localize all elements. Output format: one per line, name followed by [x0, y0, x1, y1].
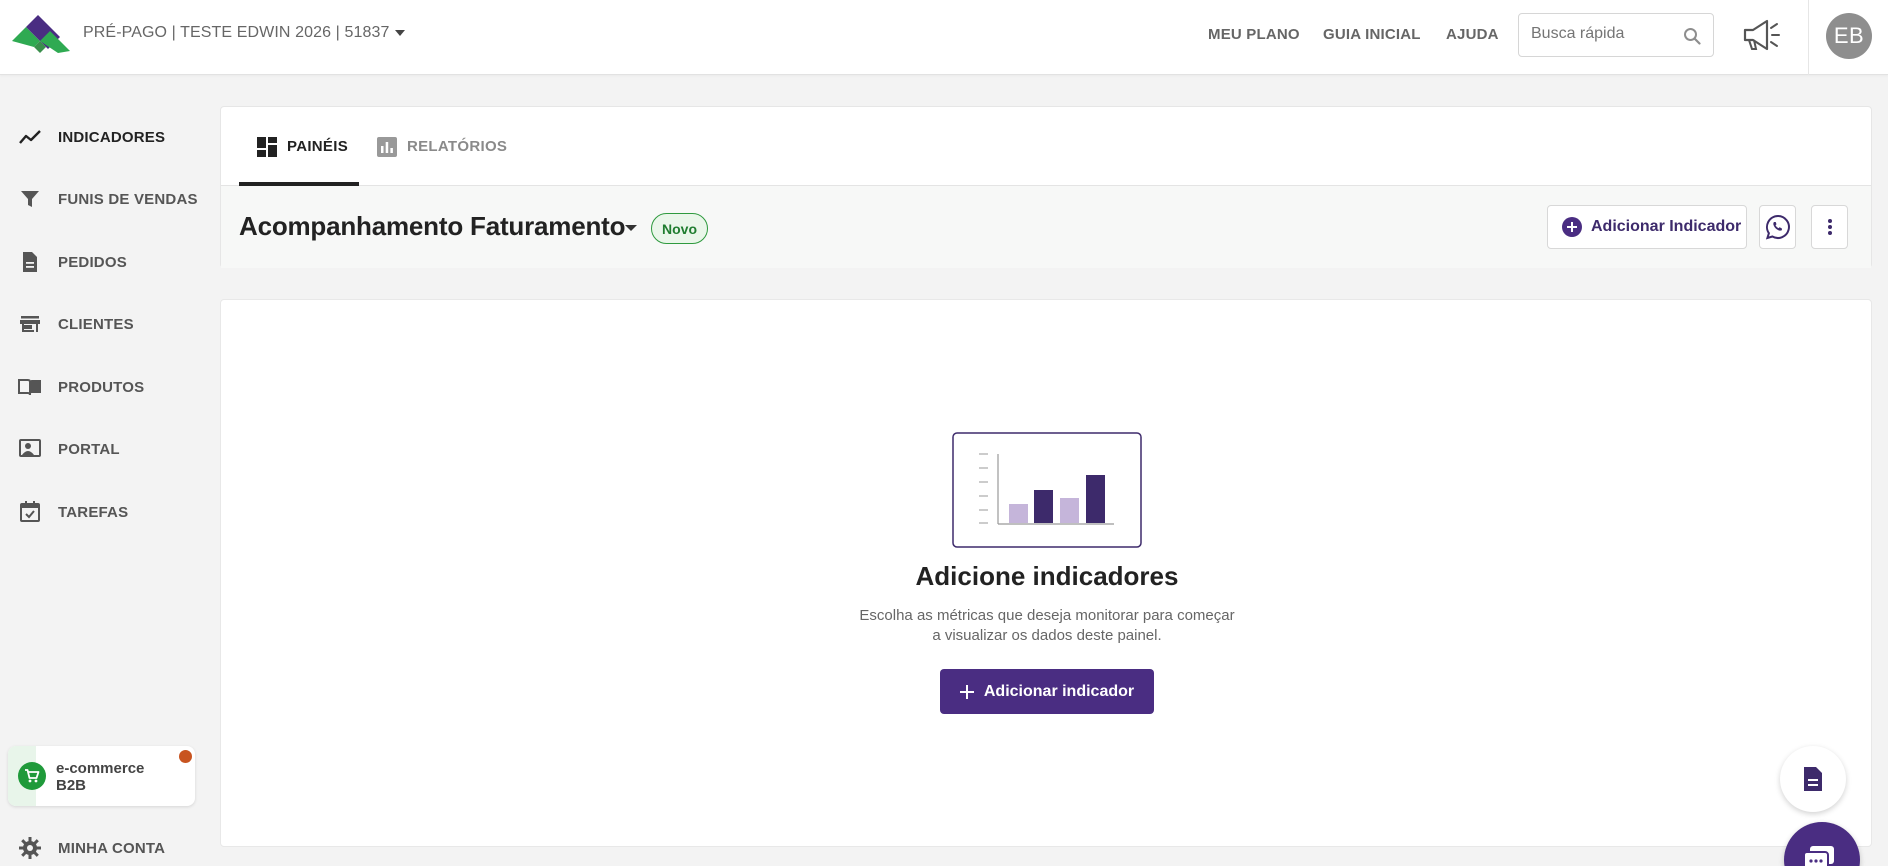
- more-options-button[interactable]: [1811, 205, 1848, 249]
- bar-chart-icon: [377, 136, 397, 157]
- sidebar-item-label: FUNIS DE VENDAS: [58, 190, 198, 208]
- whatsapp-button[interactable]: [1759, 205, 1796, 249]
- sidebar-item-label: INDICADORES: [58, 128, 166, 146]
- tab-label: PAINÉIS: [287, 138, 349, 155]
- add-indicator-primary-label: Adicionar indicador: [983, 682, 1135, 700]
- calendar-check-icon: [18, 500, 42, 524]
- portal-user-icon: [18, 437, 42, 461]
- dashboard-icon: [257, 136, 277, 157]
- search-input[interactable]: [1531, 25, 1681, 43]
- top-bar: PRÉ-PAGO | TESTE EDWIN 2026 | 51837 MEU …: [0, 0, 1888, 75]
- dashboard-toolbar: Acompanhamento Faturamento Novo Adiciona…: [221, 186, 1871, 268]
- sidebar-item-pedidos[interactable]: PEDIDOS: [18, 247, 127, 277]
- nav-guia-inicial[interactable]: GUIA INICIAL: [1323, 26, 1421, 43]
- document-icon: [1804, 767, 1822, 791]
- add-indicator-label: Adicionar Indicador: [1591, 218, 1742, 235]
- funnel-icon: [18, 187, 42, 211]
- sidebar-item-label: CLIENTES: [58, 315, 134, 333]
- kebab-menu-icon: [1827, 219, 1832, 235]
- trend-line-icon: [18, 125, 42, 149]
- gear-icon: [18, 836, 42, 860]
- ecommerce-b2b-card[interactable]: e-commerce B2B: [8, 746, 195, 806]
- notification-dot: [179, 750, 192, 763]
- empty-state-desc-line1: Escolha as métricas que deseja monitorar…: [859, 607, 1235, 624]
- sidebar-item-indicadores[interactable]: INDICADORES: [18, 122, 165, 152]
- store-icon: [18, 312, 42, 336]
- avatar[interactable]: EB: [1826, 13, 1872, 59]
- ecommerce-label: e-commerce B2B: [56, 760, 144, 794]
- header-divider: [1808, 0, 1809, 75]
- empty-state-title: Adicione indicadores: [915, 561, 1179, 591]
- add-indicator-primary-button[interactable]: Adicionar indicador: [940, 669, 1154, 714]
- tab-label: RELATÓRIOS: [407, 138, 508, 155]
- tab-paineis[interactable]: PAINÉIS: [257, 107, 348, 186]
- empty-state-description: Escolha as métricas que deseja monitorar…: [221, 606, 1873, 646]
- dashboard-body-panel: Adicione indicadores Escolha as métricas…: [220, 299, 1872, 847]
- chat-fab-button[interactable]: [1784, 822, 1860, 866]
- sidebar-item-minha-conta[interactable]: MINHA CONTA: [18, 833, 165, 863]
- sidebar-item-portal[interactable]: PORTAL: [18, 434, 120, 464]
- document-fab-button[interactable]: [1780, 746, 1846, 812]
- document-icon: [18, 250, 42, 274]
- tab-relatorios[interactable]: RELATÓRIOS: [377, 107, 507, 186]
- caret-down-icon: [395, 30, 406, 36]
- nav-ajuda[interactable]: AJUDA: [1446, 26, 1499, 43]
- nav-meu-plano[interactable]: MEU PLANO: [1208, 26, 1300, 43]
- plus-icon: [959, 684, 974, 699]
- sidebar-item-label: PEDIDOS: [58, 253, 127, 271]
- sidebar-item-label: PORTAL: [58, 440, 120, 458]
- company-logo-icon[interactable]: [12, 15, 70, 53]
- sidebar-item-tarefas[interactable]: TAREFAS: [18, 497, 128, 527]
- sidebar-item-clientes[interactable]: CLIENTES: [18, 309, 134, 339]
- dashboard-title[interactable]: Acompanhamento Faturamento: [239, 211, 625, 242]
- whatsapp-icon: [1765, 214, 1790, 240]
- sidebar-item-produtos[interactable]: PRODUTOS: [18, 372, 144, 402]
- search-icon[interactable]: [1683, 27, 1701, 45]
- megaphone-icon[interactable]: [1742, 18, 1784, 52]
- sidebar-item-label: TAREFAS: [58, 503, 129, 521]
- quick-search[interactable]: [1518, 13, 1714, 57]
- cart-icon: [18, 762, 46, 790]
- ecommerce-line2: B2B: [56, 777, 87, 794]
- status-badge: Novo: [651, 213, 708, 244]
- chevron-down-icon[interactable]: [625, 225, 637, 231]
- sidebar-item-funis[interactable]: FUNIS DE VENDAS: [18, 184, 197, 214]
- account-selector[interactable]: PRÉ-PAGO | TESTE EDWIN 2026 | 51837: [83, 24, 406, 42]
- dashboard-header-panel: PAINÉIS RELATÓRIOS Acompanhamento Fatura…: [220, 106, 1872, 268]
- empty-chart-illustration: [952, 432, 1142, 548]
- book-icon: [18, 375, 42, 399]
- empty-state-desc-line2: a visualizar os dados deste painel.: [932, 627, 1162, 644]
- account-label: PRÉ-PAGO | TESTE EDWIN 2026 | 51837: [83, 24, 390, 41]
- sidebar-item-label: PRODUTOS: [58, 378, 145, 396]
- add-indicator-button[interactable]: Adicionar Indicador: [1547, 205, 1747, 249]
- plus-circle-icon: [1562, 217, 1582, 237]
- chat-icon: [1803, 846, 1834, 866]
- tab-bar: PAINÉIS RELATÓRIOS: [221, 107, 1871, 186]
- ecommerce-line1: e-commerce: [56, 760, 145, 777]
- sidebar-item-label: MINHA CONTA: [58, 839, 166, 857]
